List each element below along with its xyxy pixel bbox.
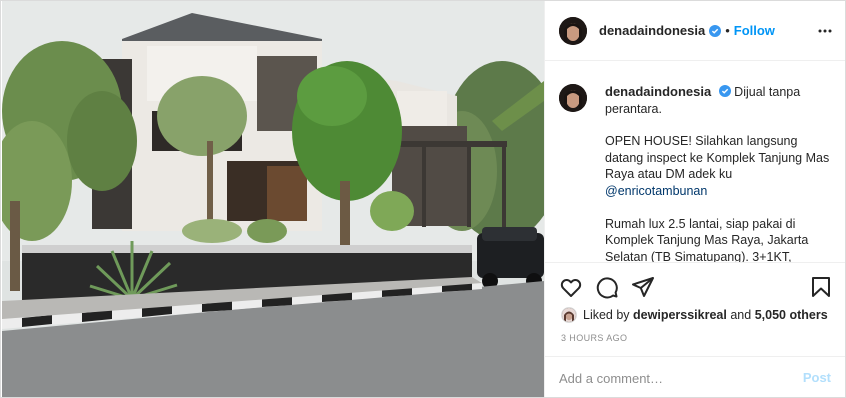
liker-avatar[interactable] — [561, 307, 577, 323]
caption-text: denadaindonesia Dijual tanpa perantara. … — [605, 84, 831, 262]
liker-avatar-image — [562, 308, 576, 322]
caption-verified-badge-icon — [718, 85, 731, 97]
liker-username-link[interactable]: dewiperssikreal — [633, 308, 727, 322]
house-photo-image — [2, 1, 544, 397]
caption-section[interactable]: denadaindonesia Dijual tanpa perantara. … — [545, 62, 845, 262]
bookmark-icon[interactable] — [809, 275, 833, 299]
comment-form: Post — [545, 356, 845, 397]
caption-avatar-image — [559, 84, 587, 112]
likes-summary: Liked by dewiperssikreal and 5,050 other… — [561, 305, 828, 325]
post-timestamp[interactable]: 3 HOURS AGO — [561, 333, 627, 343]
avatar[interactable] — [559, 16, 587, 45]
avatar-image — [559, 16, 587, 45]
post-sidebar: denadaindonesia • Follow denadaindonesia… — [544, 1, 845, 397]
separator-dot: • — [725, 23, 730, 38]
mention-link[interactable]: @enricotambunan — [605, 184, 707, 198]
caption-paragraph-1: OPEN HOUSE! Silahkan langsung datang ins… — [605, 134, 830, 182]
post-photo[interactable] — [2, 1, 544, 397]
likes-count-link[interactable]: 5,050 others — [755, 308, 828, 322]
liked-by-and: and — [730, 308, 752, 322]
instagram-post: denadaindonesia • Follow denadaindonesia… — [0, 0, 846, 398]
heart-icon[interactable] — [559, 275, 583, 299]
post-header: denadaindonesia • Follow — [545, 1, 845, 61]
comment-icon[interactable] — [595, 275, 619, 299]
verified-badge-icon — [709, 24, 722, 37]
username-link[interactable]: denadaindonesia — [599, 23, 705, 38]
caption-paragraph-2: Rumah lux 2.5 lantai, siap pakai di Komp… — [605, 216, 809, 262]
follow-button[interactable]: Follow — [734, 23, 775, 38]
caption-username-link[interactable]: denadaindonesia — [605, 84, 711, 99]
share-icon[interactable] — [631, 275, 655, 299]
comment-input[interactable] — [559, 368, 789, 388]
more-options-icon[interactable] — [817, 23, 833, 39]
liked-by-prefix: Liked by — [583, 308, 630, 322]
caption-avatar[interactable] — [559, 84, 587, 112]
action-bar — [545, 262, 845, 310]
post-comment-button[interactable]: Post — [803, 370, 831, 385]
